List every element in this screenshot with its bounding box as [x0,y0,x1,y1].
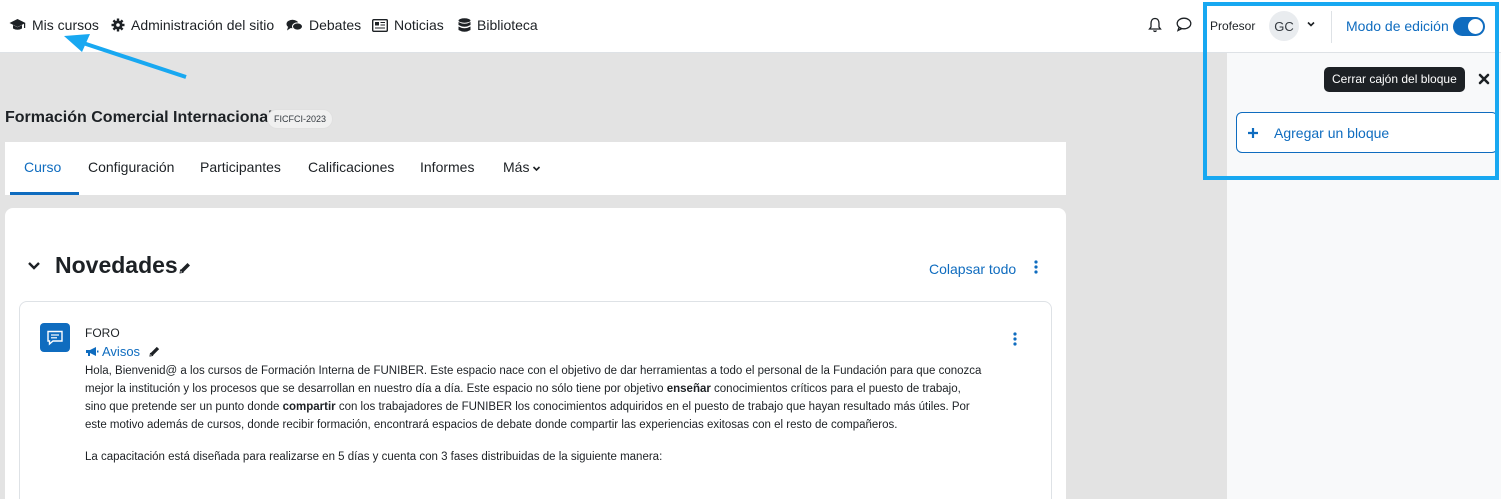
nav-administracion[interactable]: Administración del sitio [111,17,274,33]
page-title: Formación Comercial Internacional [5,109,273,126]
nav-label: Biblioteca [477,17,538,33]
tab-curso[interactable]: Curso [24,159,61,175]
description-paragraph: Hola, Bienvenid@ a los cursos de Formaci… [85,362,985,434]
chevron-down-icon[interactable] [27,260,41,271]
chevron-down-icon [533,166,541,171]
tab-calificaciones[interactable]: Calificaciones [308,159,394,175]
graduation-cap-icon [9,19,26,30]
tab-configuracion[interactable]: Configuración [88,159,174,175]
annotation-highlight-box [1203,2,1499,180]
nav-debates[interactable]: Debates [286,17,361,33]
newspaper-icon [372,18,388,32]
chat-bubble-icon[interactable] [1176,17,1192,32]
kebab-menu-icon[interactable] [1032,260,1040,274]
description-paragraph: La capacitación está diseñada para reali… [85,451,663,463]
nav-label: Noticias [394,17,444,33]
database-icon [458,17,471,32]
gear-icon [111,18,125,32]
activity-link[interactable]: Avisos [85,344,140,359]
active-tab-underline [10,192,79,195]
tab-mas[interactable]: Más [503,159,541,175]
megaphone-icon [86,347,99,356]
nav-mis-cursos[interactable]: Mis cursos [9,17,99,33]
section-title: Novedades [55,252,178,278]
tab-mas-label: Más [503,159,530,175]
pencil-icon[interactable] [148,345,161,358]
nav-noticias[interactable]: Noticias [372,17,444,33]
activity-type-label: FORO [85,326,120,340]
comments-icon [286,19,303,31]
tab-informes[interactable]: Informes [420,159,474,175]
activity-name: Avisos [102,344,141,359]
collapse-all-link[interactable]: Colapsar todo [929,261,1016,277]
nav-label: Administración del sitio [131,17,275,33]
nav-biblioteca[interactable]: Biblioteca [458,17,538,33]
kebab-menu-icon[interactable] [1011,332,1019,346]
course-code-badge: FICFCI-2023 [267,109,334,129]
bell-icon[interactable] [1148,17,1162,33]
nav-label: Mis cursos [32,17,99,33]
pencil-icon[interactable] [178,261,192,275]
tab-participantes[interactable]: Participantes [200,159,281,175]
description-bold: compartir [282,401,336,413]
course-tabs: Curso Configuración Participantes Califi… [5,142,1066,195]
forum-icon [40,323,70,352]
nav-label: Debates [309,17,362,33]
description-bold: enseñar [666,383,711,395]
activity-description: Hola, Bienvenid@ a los cursos de Formaci… [85,362,985,480]
